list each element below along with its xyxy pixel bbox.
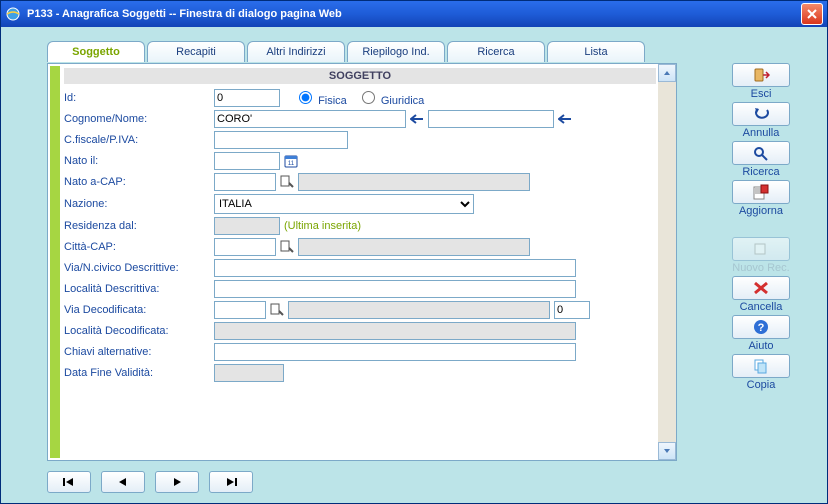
- nav-last-button[interactable]: [209, 471, 253, 493]
- aggiorna-label: Aggiorna: [723, 205, 799, 217]
- tab-bar: Soggetto Recapiti Altri Indirizzi Riepil…: [47, 41, 647, 62]
- cancella-button[interactable]: [732, 276, 790, 300]
- cancella-label: Cancella: [723, 301, 799, 313]
- aggiorna-button[interactable]: [732, 180, 790, 204]
- scroll-down-button[interactable]: [658, 442, 676, 460]
- radio-fisica[interactable]: Fisica: [294, 88, 347, 107]
- radio-giuridica-input[interactable]: [362, 91, 375, 104]
- annulla-label: Annulla: [723, 127, 799, 139]
- lookup-nato-a-icon[interactable]: [278, 173, 296, 191]
- input-via-descr[interactable]: [214, 259, 576, 277]
- input-data-fine: [214, 364, 284, 382]
- action-column: Esci Annulla Ricerca Aggiorna: [723, 63, 799, 393]
- label-nato-a-cap: Nato a-CAP:: [64, 176, 214, 188]
- input-via-decod-code[interactable]: [214, 301, 266, 319]
- vertical-scrollbar[interactable]: [658, 64, 676, 460]
- window-close-button[interactable]: [801, 3, 823, 25]
- label-citta-cap: Città-CAP:: [64, 241, 214, 253]
- label-cfiscale: C.fiscale/P.IVA:: [64, 134, 214, 146]
- input-nome[interactable]: [428, 110, 554, 128]
- tab-altri-indirizzi[interactable]: Altri Indirizzi: [247, 41, 345, 62]
- ricerca-label: Ricerca: [723, 166, 799, 178]
- select-nazione[interactable]: ITALIA: [214, 194, 474, 214]
- svg-text:?: ?: [758, 322, 765, 334]
- window-title: P133 - Anagrafica Soggetti -- Finestra d…: [27, 8, 801, 20]
- label-chiavi-alt: Chiavi alternative:: [64, 346, 214, 358]
- input-chiavi-alt[interactable]: [214, 343, 576, 361]
- esci-button[interactable]: [732, 63, 790, 87]
- section-header: SOGGETTO: [64, 68, 656, 84]
- input-nato-a-desc: [298, 173, 530, 191]
- calendar-icon[interactable]: 11: [282, 152, 300, 170]
- ricerca-button[interactable]: [732, 141, 790, 165]
- nav-next-button[interactable]: [155, 471, 199, 493]
- ie-icon: [5, 6, 21, 22]
- titlebar: P133 - Anagrafica Soggetti -- Finestra d…: [1, 1, 827, 27]
- label-via-descr: Via/N.civico Descrittive:: [64, 262, 214, 274]
- svg-text:11: 11: [288, 161, 295, 167]
- nav-prev-button[interactable]: [101, 471, 145, 493]
- input-residenza-dal: [214, 217, 280, 235]
- input-citta-code[interactable]: [214, 238, 276, 256]
- form-panel: SOGGETTO Id: Fisica Giuridica: [47, 63, 677, 461]
- input-citta-desc: [298, 238, 530, 256]
- radio-giuridica[interactable]: Giuridica: [357, 88, 424, 107]
- input-localita-descr[interactable]: [214, 280, 576, 298]
- hint-ultima-inserita: (Ultima inserita): [284, 220, 361, 232]
- label-via-decod: Via Decodificata:: [64, 304, 214, 316]
- tab-riepilogo-ind[interactable]: Riepilogo Ind.: [347, 41, 445, 62]
- input-localita-decod: [214, 322, 576, 340]
- label-localita-decod: Località Decodificata:: [64, 325, 214, 337]
- nuovo-rec-button: [732, 237, 790, 261]
- input-via-decod-num[interactable]: [554, 301, 590, 319]
- input-cognome[interactable]: [214, 110, 406, 128]
- label-localita-descr: Località Descrittiva:: [64, 283, 214, 295]
- lookup-citta-icon[interactable]: [278, 238, 296, 256]
- copia-button[interactable]: [732, 354, 790, 378]
- scroll-up-button[interactable]: [658, 64, 676, 82]
- label-nazione: Nazione:: [64, 198, 214, 210]
- aiuto-button[interactable]: ?: [732, 315, 790, 339]
- esci-label: Esci: [723, 88, 799, 100]
- swap-right-icon[interactable]: [556, 110, 574, 128]
- input-id[interactable]: [214, 89, 280, 107]
- label-data-fine: Data Fine Validità:: [64, 367, 214, 379]
- tab-ricerca[interactable]: Ricerca: [447, 41, 545, 62]
- copia-label: Copia: [723, 379, 799, 391]
- label-id: Id:: [64, 92, 214, 104]
- tab-recapiti[interactable]: Recapiti: [147, 41, 245, 62]
- tab-lista[interactable]: Lista: [547, 41, 645, 62]
- aiuto-label: Aiuto: [723, 340, 799, 352]
- nuovo-rec-label: Nuovo Rec.: [723, 262, 799, 274]
- lookup-via-icon[interactable]: [268, 301, 286, 319]
- swap-left-icon[interactable]: [408, 110, 426, 128]
- active-stripe: [50, 66, 60, 458]
- label-cognome-nome: Cognome/Nome:: [64, 113, 214, 125]
- label-nato-il: Nato il:: [64, 155, 214, 167]
- input-cfiscale[interactable]: [214, 131, 348, 149]
- input-nato-a-code[interactable]: [214, 173, 276, 191]
- input-nato-il[interactable]: [214, 152, 280, 170]
- nav-first-button[interactable]: [47, 471, 91, 493]
- input-via-decod-desc: [288, 301, 550, 319]
- label-residenza-dal: Residenza dal:: [64, 220, 214, 232]
- annulla-button[interactable]: [732, 102, 790, 126]
- record-nav: [47, 471, 253, 493]
- radio-fisica-input[interactable]: [299, 91, 312, 104]
- tab-soggetto[interactable]: Soggetto: [47, 41, 145, 62]
